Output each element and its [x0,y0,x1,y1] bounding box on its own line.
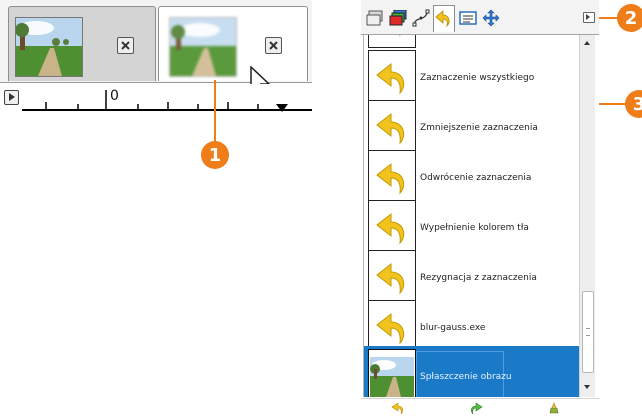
scroll-down-arrow-icon[interactable] [584,385,590,389]
tab-move[interactable] [481,8,501,28]
image-thumbnail [368,348,416,397]
dock-tab-bar [361,0,599,35]
ruler-ticks [22,90,312,112]
brushes-icon [459,11,477,25]
close-icon [269,41,278,50]
callout-marker: 2 [617,4,642,32]
undo-arrow-icon [368,35,416,48]
history-item-label: Odwrócenie zaznaczenia [420,172,532,183]
tab-layers[interactable] [365,8,385,28]
paths-icon [412,9,430,27]
tab-brushes[interactable] [458,8,478,28]
image-tabs-panel: 0 [0,0,318,118]
image-thumbnail [169,17,237,77]
close-tab-button[interactable] [265,37,282,54]
clear-history-icon[interactable] [547,401,561,415]
close-tab-button[interactable] [117,37,134,54]
dock-footer [361,398,599,417]
ruler-zero-label: 0 [110,88,119,104]
image-thumbnail [15,17,83,77]
tab-undo-history[interactable] [433,5,455,32]
tab-channels[interactable] [388,8,408,28]
horizontal-ruler[interactable]: 0 [0,84,312,118]
history-item-label: Zaznaczenie wszystkiego [420,72,535,83]
tab-paths[interactable] [411,8,431,28]
scroll-up-arrow-icon[interactable] [584,41,590,45]
history-item-label: Rezygnacja z zaznaczenia [420,272,537,283]
history-scrollbar[interactable] [579,35,595,397]
redo-icon[interactable] [469,401,483,415]
history-item-label: Zmniejszenie zaznaczenia [420,122,538,133]
image-tab[interactable] [158,6,308,81]
scrollbar-thumb[interactable] [582,291,594,373]
history-item-label: Wypełnienie kolorem tła [420,222,529,233]
history-item-label: Spłaszczenie obrazu [420,371,512,382]
layers-icon [366,10,383,26]
dock-menu-button[interactable] [583,12,595,23]
history-item-selected[interactable]: Spłaszczenie obrazu [364,346,580,397]
move-icon [482,9,500,27]
close-icon [121,41,130,50]
undo-history-dock: Zaznaczenie wszystkiego Zmniejszenie zaz… [361,0,599,417]
callout-marker: 1 [201,141,229,169]
callout-leader-line [214,80,216,142]
callout-marker: 3 [625,90,642,118]
image-tab[interactable] [8,6,156,81]
undo-icon[interactable] [391,401,405,415]
undo-history-list: Zaznaczenie wszystkiego Zmniejszenie zaz… [363,35,580,397]
history-item-label: blur-gauss.exe [420,322,486,333]
channels-icon [389,10,407,26]
undo-history-icon [435,10,450,28]
